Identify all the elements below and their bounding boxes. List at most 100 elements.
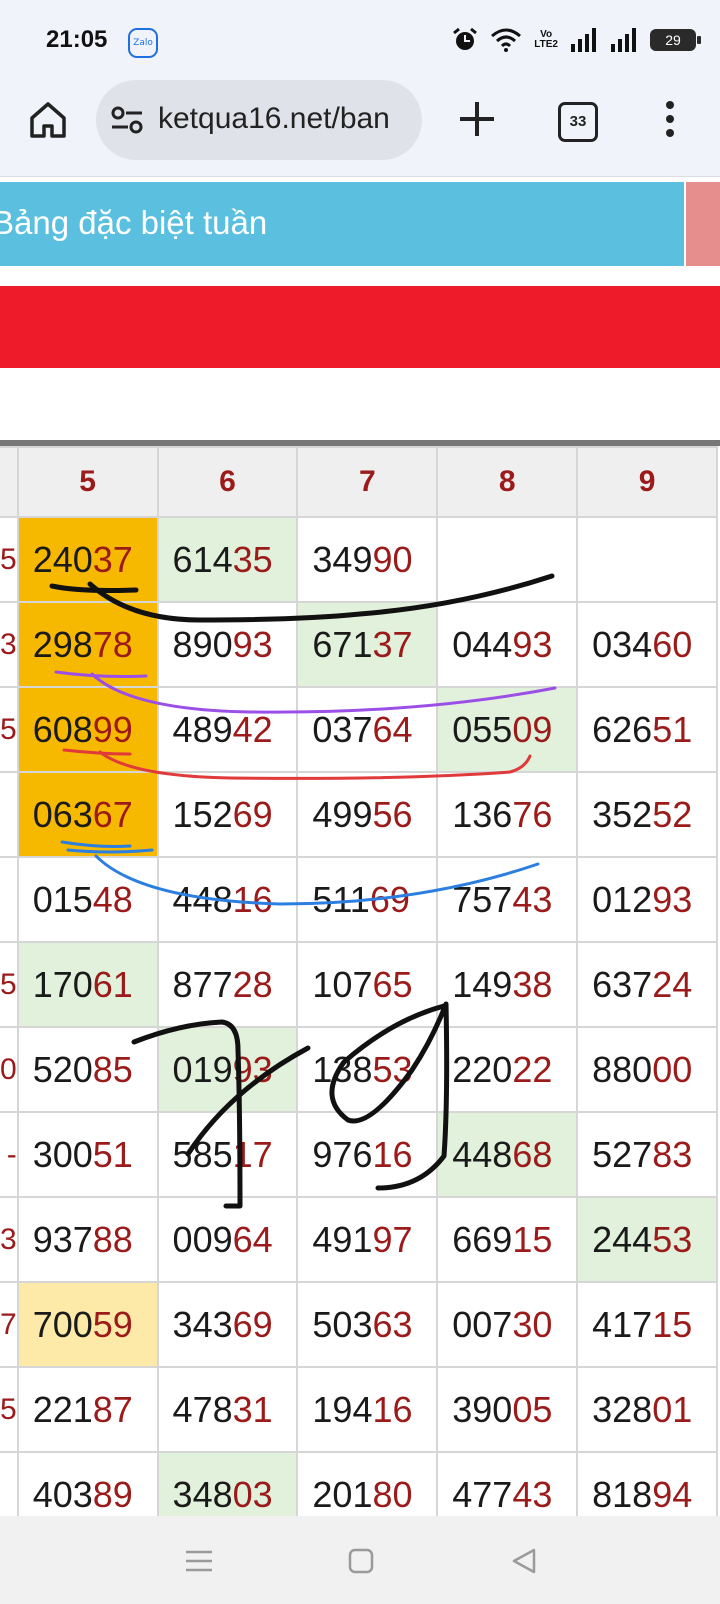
header-edge [0,446,19,518]
table-row: 3 93788 00964 49197 66915 24453 [0,1196,718,1283]
result-cell: 01548 [16,856,159,943]
result-tail-digits: 69 [232,793,273,835]
lte-indicator: Vo LTE2 [534,29,558,50]
result-tail-digits: 35 [232,538,273,580]
result-cell: 03764 [296,686,439,773]
result-tail-digits: 99 [92,708,133,750]
result-tail-digits: 56 [372,793,413,835]
banner-title: Bảng đặc biệt tuần [0,204,268,241]
result-cell: 44868 [436,1111,579,1198]
result-lead-digits: 348 [172,1473,233,1515]
result-cell: 10765 [296,941,439,1028]
result-tail-digits: 64 [372,708,413,750]
home-nav-icon[interactable] [344,1544,378,1578]
result-tail-digits: 16 [232,878,273,920]
result-tail-digits: 16 [372,1133,413,1175]
side-tab[interactable] [686,182,720,266]
result-tail-digits: 42 [232,708,273,750]
result-lead-digits: 637 [592,963,653,1005]
battery-indicator: 29 [650,29,701,51]
result-lead-digits: 671 [312,623,373,665]
result-lead-digits: 244 [592,1218,653,1260]
result-tail-digits: 93 [232,623,273,665]
table-row: 5 24037 61435 34990 [0,516,718,603]
table-row: 01548 44816 51169 75743 01293 [0,856,718,943]
row-edge-digit [0,1451,19,1516]
result-lead-digits: 152 [172,793,233,835]
result-tail-digits: 68 [512,1133,553,1175]
address-bar[interactable]: ketqua16.net/ban [96,80,422,160]
header-col: 6 [156,446,299,518]
result-tail-digits: 97 [372,1218,413,1260]
url-text: ketqua16.net/ban [158,102,390,135]
result-cell: 34990 [296,516,439,603]
result-lead-digits: 585 [172,1133,233,1175]
result-lead-digits: 149 [452,963,513,1005]
result-cell: 24453 [576,1196,718,1283]
result-cell: 39005 [436,1366,579,1453]
row-edge-digit [0,856,19,943]
new-tab-icon[interactable] [454,96,500,142]
signal-2-icon [611,28,636,52]
result-cell: 13676 [436,771,579,858]
result-tail-digits: 63 [372,1303,413,1345]
result-lead-digits: 044 [452,623,513,665]
result-cell: 19416 [296,1366,439,1453]
result-lead-digits: 019 [172,1048,233,1090]
weekly-special-banner[interactable]: Bảng đặc biệt tuần [0,182,684,266]
result-tail-digits: 87 [92,1388,133,1430]
result-cell: 13853 [296,1026,439,1113]
table-row: 3 29878 89093 67137 04493 03460 [0,601,718,688]
tab-switcher-button[interactable]: 33 [558,102,598,142]
result-tail-digits: 83 [652,1133,693,1175]
row-edge-digit: 5 [0,516,19,603]
result-cell: 01993 [156,1026,299,1113]
home-icon[interactable] [28,100,68,140]
result-tail-digits: 15 [652,1303,693,1345]
table-row: 0 52085 01993 13853 22022 88000 [0,1026,718,1113]
result-cell: 22187 [16,1366,159,1453]
table-row: 7 70059 34369 50363 00730 41715 [0,1281,718,1368]
result-tail-digits: 76 [512,793,553,835]
result-lead-digits: 520 [32,1048,93,1090]
result-cell: 30051 [16,1111,159,1198]
result-lead-digits: 349 [312,538,373,580]
header-row: 5 6 7 8 9 [0,446,718,518]
result-tail-digits: 59 [92,1303,133,1345]
more-menu-icon[interactable] [662,98,678,142]
result-tail-digits: 37 [92,538,133,580]
result-tail-digits: 61 [92,963,133,1005]
back-nav-icon[interactable] [508,1544,542,1578]
result-lead-digits: 063 [32,793,93,835]
result-cell: 67137 [296,601,439,688]
result-lead-digits: 499 [312,793,373,835]
result-lead-digits: 055 [452,708,513,750]
result-cell: 87728 [156,941,299,1028]
result-cell: 17061 [16,941,159,1028]
result-cell: 49197 [296,1196,439,1283]
row-edge-digit: 5 [0,941,19,1028]
result-cell: 52085 [16,1026,159,1113]
result-tail-digits: 31 [232,1388,273,1430]
status-icons: Vo LTE2 29 [452,24,701,56]
result-cell: 35252 [576,771,718,858]
result-lead-digits: 403 [32,1473,93,1515]
header-col: 8 [436,446,579,518]
result-cell: 50363 [296,1281,439,1368]
header-col: 5 [16,446,159,518]
red-banner [0,286,720,368]
result-tail-digits: 69 [232,1303,273,1345]
results-table: 5 6 7 8 9 5 24037 61435 34990 3 29878 89093 671… [0,446,718,1516]
result-tail-digits: 15 [512,1218,553,1260]
result-lead-digits: 194 [312,1388,373,1430]
result-tail-digits: 37 [372,623,413,665]
site-settings-icon[interactable] [110,104,144,136]
recent-apps-icon[interactable] [182,1544,216,1578]
result-lead-digits: 138 [312,1048,373,1090]
result-lead-digits: 448 [172,878,233,920]
result-tail-digits: 65 [372,963,413,1005]
result-lead-digits: 976 [312,1133,373,1175]
row-edge-digit: 3 [0,1196,19,1283]
result-cell: 75743 [436,856,579,943]
result-lead-digits: 669 [452,1218,513,1260]
